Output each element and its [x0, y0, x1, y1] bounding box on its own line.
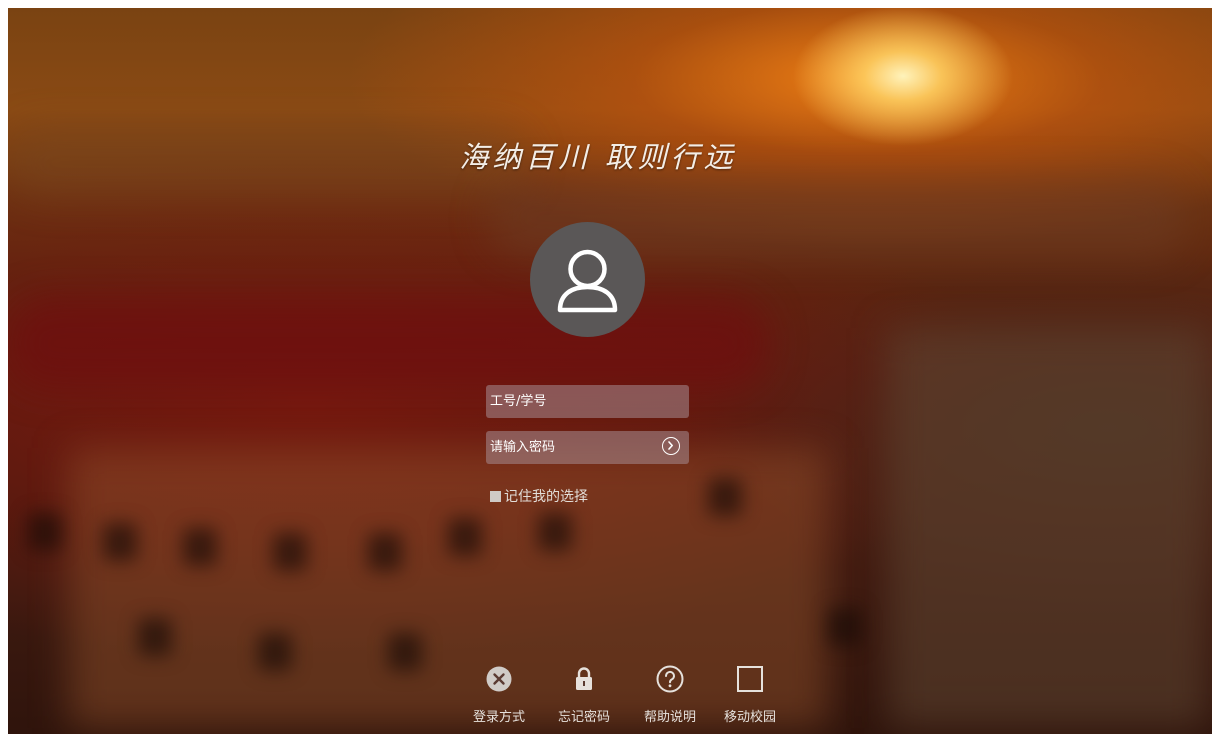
bg-window: [258, 633, 292, 671]
footer-mobile-campus-label: 移动校园: [723, 710, 776, 725]
remember-choice[interactable]: 记住我的选择: [490, 487, 588, 505]
bg-window: [273, 533, 307, 571]
footer-help-label: 帮助说明: [643, 710, 696, 725]
footer-help[interactable]: 帮助说明: [635, 664, 705, 725]
username-field-box: [486, 385, 689, 418]
footer-login-method-label: 登录方式: [472, 710, 525, 725]
square-icon: [737, 666, 763, 692]
bg-blur-roof: [8, 298, 768, 388]
bg-window: [28, 513, 62, 551]
login-background: 海纳百川 取则行远 记住我的选择 登录方式: [8, 8, 1212, 734]
password-input[interactable]: [490, 431, 660, 464]
chevron-right-icon: [668, 441, 673, 450]
bg-window: [538, 513, 572, 551]
avatar: [530, 222, 645, 337]
close-circle-icon: [486, 666, 512, 692]
bg-window: [103, 523, 137, 561]
bg-window: [138, 618, 172, 656]
remember-checkbox[interactable]: [490, 490, 501, 502]
password-field-box: [486, 431, 689, 464]
bg-blur-tower: [888, 328, 1208, 728]
user-icon: [557, 249, 618, 313]
bg-window: [183, 528, 217, 566]
footer-forgot-password-label: 忘记密码: [557, 710, 610, 725]
username-input[interactable]: [490, 385, 660, 418]
bg-window: [368, 533, 402, 571]
bg-window: [388, 633, 422, 671]
login-submit-button[interactable]: [662, 437, 680, 455]
lock-icon: [576, 667, 592, 690]
footer-login-method[interactable]: 登录方式: [464, 664, 534, 725]
footer-forgot-password[interactable]: 忘记密码: [549, 664, 619, 725]
footer-mobile-campus[interactable]: 移动校园: [715, 664, 785, 725]
bg-window: [828, 608, 862, 646]
remember-label: 记住我的选择: [504, 489, 588, 505]
question-circle-icon: [656, 665, 684, 693]
motto-title: 海纳百川 取则行远: [459, 140, 737, 174]
bg-window: [448, 518, 482, 556]
bg-window: [708, 478, 742, 516]
